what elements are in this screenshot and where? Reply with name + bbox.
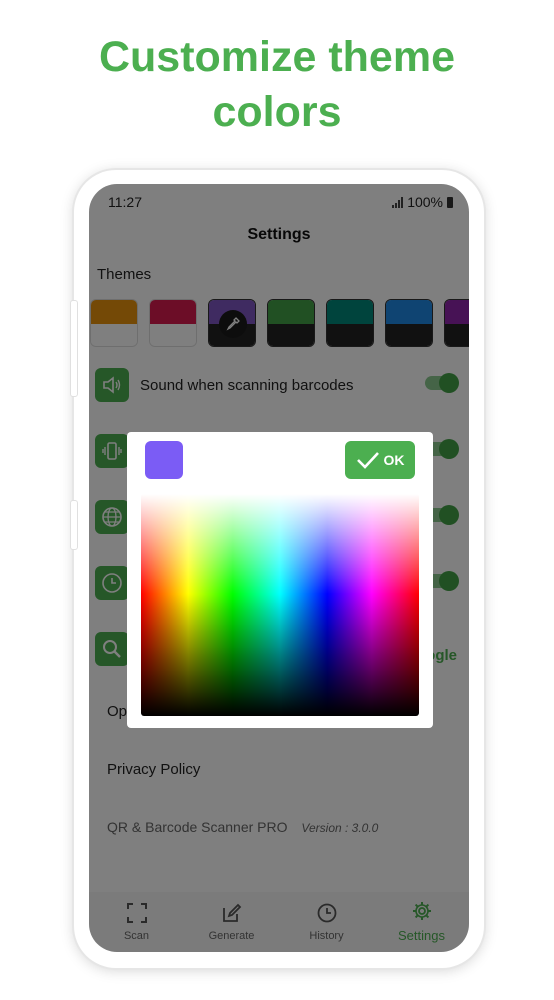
headline-line-2: colors — [212, 88, 342, 136]
ok-button[interactable]: OK — [345, 441, 415, 479]
headline: Customize theme colors — [0, 30, 554, 140]
phone-power-button — [70, 500, 78, 550]
checkmark-icon — [356, 452, 379, 469]
color-picker-dialog: OK — [127, 432, 433, 728]
headline-line-1: Customize theme — [98, 33, 455, 81]
phone-volume-button — [70, 300, 78, 397]
color-spectrum[interactable] — [141, 494, 419, 716]
ok-button-label: OK — [383, 452, 405, 468]
selected-color-preview — [145, 441, 183, 479]
